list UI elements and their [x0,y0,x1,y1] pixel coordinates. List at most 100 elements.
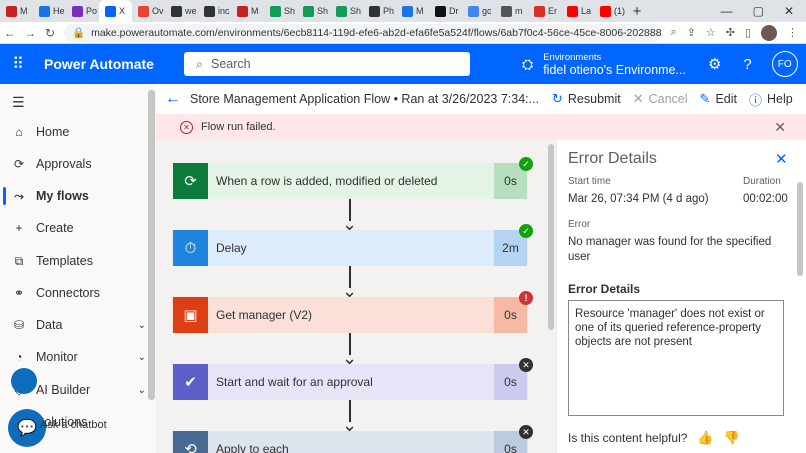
browser-tab[interactable]: (1) [594,0,627,22]
chatbot-label[interactable]: Ask a chatbot [40,419,107,431]
help-circle-icon: ⓘ [748,92,762,108]
data-icon: ⛁ [13,318,25,332]
window-controls: — ▢ ✕ [721,4,806,18]
browser-tab[interactable]: M [231,0,264,22]
nav-item-data[interactable]: ⛁ Data ⌄ [0,310,146,340]
flow-run-title: Store Management Application Flow • Ran … [190,92,540,106]
browser-tab[interactable]: M [396,0,429,22]
canvas-scroll-thumb[interactable] [548,144,554,330]
connectors-icon: ⚭ [13,286,25,300]
minimize-icon[interactable]: — [721,4,733,18]
error-details-heading: Error Details [568,282,641,296]
edit-button[interactable]: ✎ Edit [700,91,737,107]
flow-step-card[interactable]: ⟳ When a row is added, modified or delete… [172,157,533,199]
left-navigation: ☰ ⌂ Home ⟳ Approvals ⤳ My flows + Create ⧉ Templa… [0,84,156,453]
nav-item-connectors[interactable]: ⚭ Connectors [0,278,146,308]
step-label: Get manager (V2) [216,308,313,322]
help-button[interactable]: ⓘ Help [749,90,793,109]
bookmark-star-icon[interactable]: ☆ [706,26,716,39]
nav-item-label: My flows [36,189,89,203]
nav-scrollbar[interactable] [148,90,155,400]
browser-tab[interactable]: X [99,0,132,22]
browser-tab[interactable]: Dr [429,0,462,22]
resubmit-label: Resubmit [567,92,621,106]
thumbs-up-icon[interactable]: 👍 [697,430,713,446]
share-icon[interactable]: ⇪ [687,26,696,39]
browser-tab[interactable]: Er [528,0,561,22]
chatbot-notification-dot [11,368,37,394]
browser-tab[interactable]: inc [198,0,231,22]
close-panel-icon[interactable]: ✕ [775,150,788,168]
browser-tab[interactable]: Po [66,0,99,22]
step-label: Delay [216,241,247,255]
environment-name: fidel otieno's Environme... [543,62,686,77]
nav-item-templates[interactable]: ⧉ Templates [0,246,146,276]
flow-step-card[interactable]: ⏱ Delay 2m ✓ [172,224,533,266]
browser-tab[interactable]: Sh [264,0,297,22]
close-window-icon[interactable]: ✕ [784,4,794,18]
start-time-label: Start time [568,176,611,187]
tab-favicon-icon [270,5,281,17]
nav-item-my-flows[interactable]: ⤳ My flows [0,181,146,211]
flows-icon: ⤳ [14,188,24,203]
extensions-icon[interactable]: ✣ [726,26,735,39]
flow-step-card[interactable]: ✔ Start and wait for an approval 0s ✕ [172,358,533,400]
browser-tab[interactable]: Sh [297,0,330,22]
app-launcher-icon[interactable]: ⠿ [0,54,36,74]
canvas-scrollbar[interactable] [546,140,556,453]
feedback-row: Is this content helpful? 👍 👎 [568,430,740,446]
step-label: When a row is added, modified or deleted [216,174,438,188]
browser-tab[interactable]: gc [462,0,495,22]
back-arrow-icon[interactable]: ← [0,26,20,40]
user-avatar[interactable]: FO [771,51,798,77]
help-question-icon[interactable]: ? [743,56,751,73]
nav-item-home[interactable]: ⌂ Home [0,117,146,147]
url-field[interactable]: 🔒 make.powerautomate.com/environments/6e… [64,23,663,42]
cancel-x-icon: ✕ [632,91,644,106]
new-tab-button[interactable]: + [627,3,647,20]
browser-tab-strip: M He Po X Ov we inc M Sh Sh Sh Ph M Dr gc m Er La (1) + — ▢ ✕ [0,0,806,22]
zoom-icon[interactable]: ⌕ [670,26,676,39]
failed-exclamation-icon: ! [519,291,533,305]
tab-label: Po [86,6,98,16]
error-details-box[interactable]: Resource 'manager' does not exist or one… [568,300,784,416]
skipped-x-icon: ✕ [519,358,533,372]
dismiss-banner-icon[interactable]: ✕ [774,119,786,136]
back-arrow-icon[interactable]: ← [156,90,190,108]
browser-tab[interactable]: He [33,0,66,22]
reload-icon[interactable]: ↻ [40,26,60,40]
browser-tab[interactable]: Ph [363,0,396,22]
browser-profile-avatar[interactable] [761,24,777,41]
browser-menu-icon[interactable]: ⋮ [787,26,798,39]
sidebar-icon[interactable]: ▯ [745,26,751,39]
flow-step-card[interactable]: ⟲ Apply to each 0s ✕ [172,425,533,453]
step-connector-icon: ⏱ [173,230,208,266]
nav-item-approvals[interactable]: ⟳ Approvals [0,149,146,179]
chevron-down-icon[interactable]: ⌄ [138,385,146,396]
search-box[interactable]: ⌕ Search [184,52,470,76]
chevron-down-icon[interactable]: ⌄ [138,320,146,331]
tab-label: Sh [350,6,362,16]
error-details-panel: Error Details ✕ Start time Duration Mar … [556,140,806,453]
browser-tab[interactable]: La [561,0,594,22]
error-label: Error [568,219,591,230]
environment-picker[interactable]: ⛭ Environments fidel otieno's Environme.… [522,52,686,77]
nav-item-create[interactable]: + Create [0,213,146,243]
browser-tab[interactable]: M [0,0,33,22]
tab-favicon-icon [138,5,149,17]
tab-favicon-icon [336,5,347,17]
browser-tab[interactable]: Sh [330,0,363,22]
settings-gear-icon[interactable]: ⚙ [708,55,721,73]
thumbs-down-icon[interactable]: 👎 [724,430,740,446]
browser-tab[interactable]: we [165,0,198,22]
maximize-icon[interactable]: ▢ [753,4,764,18]
chevron-down-icon[interactable]: ⌄ [138,352,146,363]
browser-tab[interactable]: Ov [132,0,165,22]
panel-scrollbar[interactable] [797,182,803,276]
cancel-button[interactable]: ✕ Cancel [633,91,688,107]
resubmit-button[interactable]: ↻ Resubmit [552,91,621,107]
hamburger-menu-icon[interactable]: ☰ [12,94,25,111]
browser-tab[interactable]: m [495,0,528,22]
forward-arrow-icon[interactable]: → [20,26,40,40]
flow-step-card[interactable]: ▣ Get manager (V2) 0s! [172,291,533,333]
